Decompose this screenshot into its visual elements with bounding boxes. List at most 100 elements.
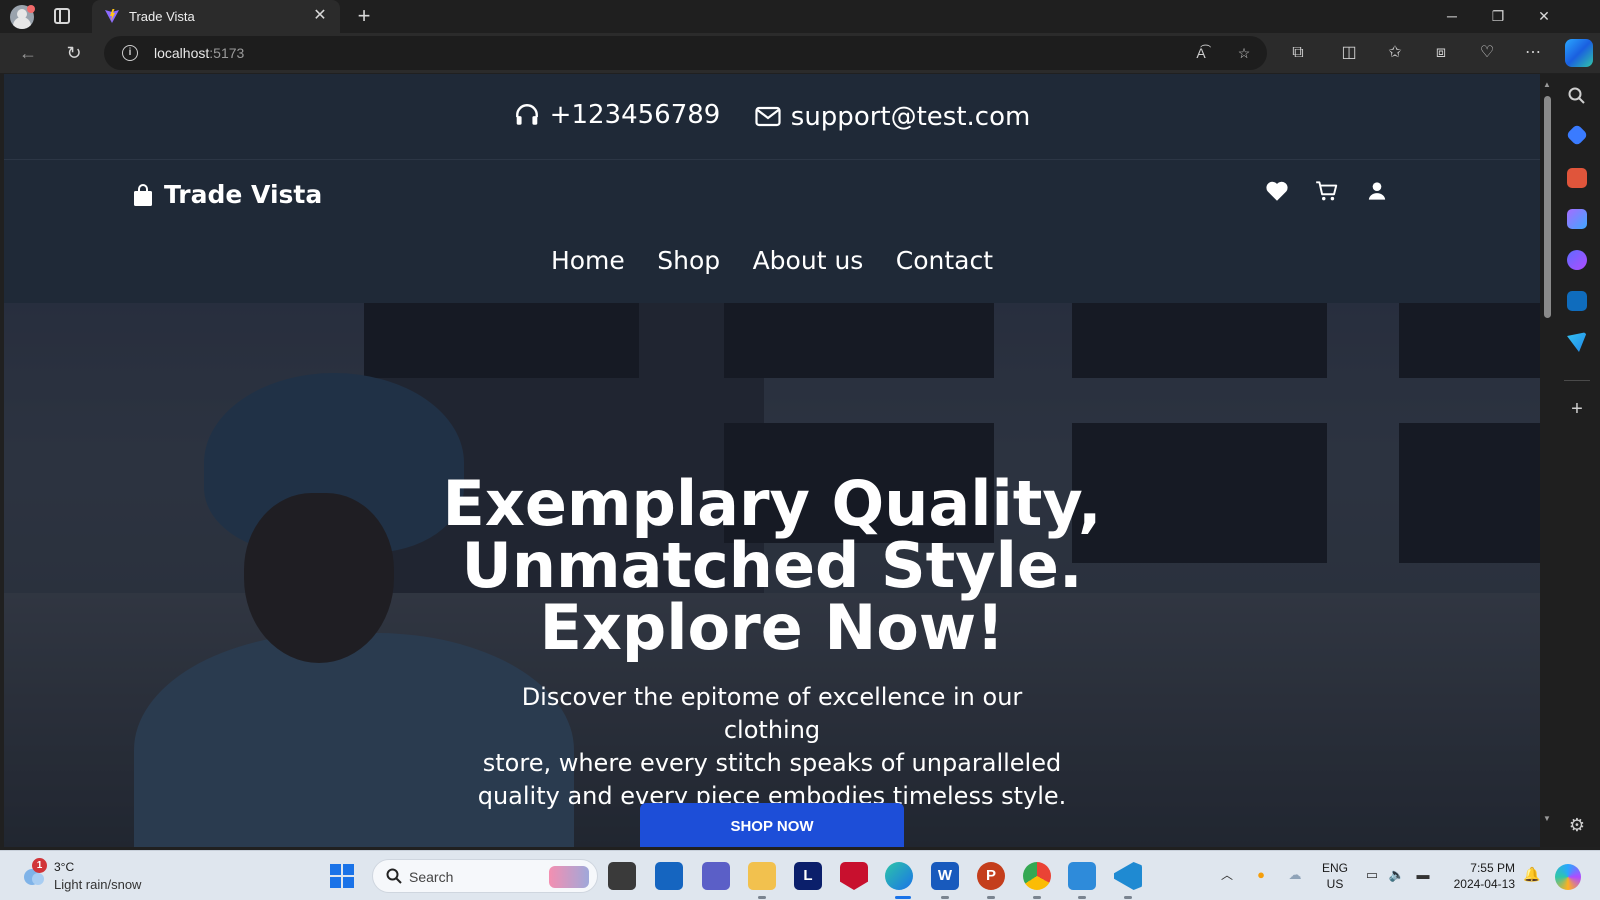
- restore-icon[interactable]: ❐: [1475, 0, 1521, 33]
- notepad-running-indicator: [1078, 896, 1086, 899]
- search-icon: [386, 868, 402, 884]
- extensions-icon[interactable]: ⧉: [1287, 42, 1309, 64]
- search-icon[interactable]: [1567, 86, 1587, 106]
- page-viewport: +123456789 support@test.com Trade Vista: [4, 74, 1540, 847]
- microsoft-store-icon[interactable]: [655, 862, 683, 890]
- powerpoint-icon[interactable]: P: [977, 862, 1005, 890]
- task-view-icon[interactable]: [608, 862, 636, 890]
- word-icon[interactable]: W: [931, 862, 959, 890]
- vite-favicon-icon: [105, 9, 119, 23]
- heart-icon[interactable]: [1264, 178, 1290, 204]
- file-explorer-icon[interactable]: [748, 862, 776, 890]
- favorites-icon[interactable]: ✩: [1384, 42, 1406, 64]
- shop-now-button[interactable]: SHOP NOW: [640, 803, 904, 847]
- volume-icon[interactable]: 🔈: [1388, 866, 1406, 884]
- address-port: :5173: [209, 45, 245, 61]
- envelope-icon: [755, 106, 781, 127]
- browser-tab[interactable]: Trade Vista ✕: [92, 0, 340, 33]
- phone-contact[interactable]: +123456789: [514, 100, 721, 130]
- nav-contact[interactable]: Contact: [896, 246, 993, 275]
- copilot-sidebar-icon[interactable]: [1567, 250, 1587, 270]
- onedrive-cloud-icon[interactable]: ☁: [1286, 866, 1304, 884]
- search-placeholder: Search: [409, 869, 454, 885]
- profile-notification-dot: [27, 5, 35, 13]
- tray-app-icon[interactable]: ●: [1252, 866, 1270, 884]
- windows-start-icon[interactable]: [330, 864, 354, 888]
- sidebar-settings-gear-icon[interactable]: ⚙: [1567, 815, 1587, 835]
- contact-bar: +123456789 support@test.com: [4, 74, 1540, 160]
- refresh-icon[interactable]: ↻: [60, 39, 88, 67]
- edge-active-indicator: [895, 896, 911, 899]
- sidebar-divider: [1564, 380, 1590, 381]
- nav-about-us[interactable]: About us: [753, 246, 864, 275]
- windows-taskbar: 1 3°C Light rain/snow Search L W P ︿ ● ☁…: [0, 850, 1600, 900]
- main-nav: Home Shop About us Contact: [4, 246, 1540, 275]
- new-tab-icon[interactable]: +: [352, 4, 376, 28]
- edge-icon[interactable]: [885, 862, 913, 890]
- l-app-icon[interactable]: L: [794, 862, 822, 890]
- nav-home[interactable]: Home: [551, 246, 625, 275]
- chrome-running-indicator: [1033, 896, 1041, 899]
- brand-logo[interactable]: Trade Vista: [134, 180, 322, 209]
- battery-icon[interactable]: ▬: [1414, 866, 1432, 884]
- copilot-taskbar-icon[interactable]: [1555, 864, 1581, 890]
- cart-icon[interactable]: [1314, 178, 1340, 204]
- file-explorer-running-indicator: [758, 896, 766, 899]
- games-icon[interactable]: [1567, 209, 1587, 229]
- tools-briefcase-icon[interactable]: [1567, 168, 1587, 188]
- page-scrollbar[interactable]: ▲ ▼: [1540, 74, 1554, 847]
- scroll-thumb[interactable]: [1544, 96, 1551, 318]
- favorite-star-icon[interactable]: ☆: [1234, 43, 1254, 63]
- weather-temperature[interactable]: 3°C: [54, 860, 74, 874]
- weather-description[interactable]: Light rain/snow: [54, 877, 141, 892]
- scroll-up-icon[interactable]: ▲: [1542, 80, 1552, 90]
- word-running-indicator: [941, 896, 949, 899]
- browser-essentials-icon[interactable]: ♡: [1476, 42, 1498, 64]
- scroll-down-icon[interactable]: ▼: [1542, 814, 1552, 824]
- notepad-icon[interactable]: [1068, 862, 1096, 890]
- vscode-icon[interactable]: [1114, 862, 1142, 890]
- user-icon[interactable]: [1364, 178, 1390, 204]
- read-aloud-icon[interactable]: A͡: [1191, 43, 1211, 63]
- tab-close-icon[interactable]: ✕: [310, 6, 330, 26]
- outlook-icon[interactable]: [1567, 291, 1587, 311]
- clock[interactable]: 7:55 PM 2024-04-13: [1445, 860, 1515, 892]
- close-window-icon[interactable]: ✕: [1521, 0, 1567, 33]
- send-drop-icon[interactable]: [1567, 332, 1587, 352]
- more-options-icon[interactable]: ⋯: [1522, 42, 1544, 64]
- phone-number: +123456789: [549, 100, 721, 130]
- add-sidebar-app-icon[interactable]: +: [1567, 399, 1587, 419]
- hero-section: Exemplary Quality, Unmatched Style. Expl…: [4, 303, 1540, 847]
- email-address: support@test.com: [790, 102, 1031, 132]
- site-info-icon[interactable]: i: [122, 45, 138, 61]
- show-hidden-icons-chevron-icon[interactable]: ︿: [1219, 866, 1235, 882]
- taskbar-search[interactable]: Search: [372, 859, 598, 893]
- notifications-bell-icon[interactable]: 🔔: [1523, 866, 1541, 884]
- network-icon[interactable]: ▭: [1363, 866, 1381, 884]
- collections-icon[interactable]: ⧈: [1430, 42, 1452, 64]
- chrome-icon[interactable]: [1023, 862, 1051, 890]
- language-indicator[interactable]: ENG US: [1320, 860, 1350, 892]
- copilot-icon[interactable]: [1565, 39, 1593, 67]
- tab-title: Trade Vista: [129, 9, 195, 24]
- nav-shop[interactable]: Shop: [657, 246, 720, 275]
- mcafee-icon[interactable]: [840, 862, 868, 890]
- browser-toolbar: ← ↻ i localhost:5173 A͡ ☆ ⧉ ◫ ✩ ⧈ ♡ ⋯: [0, 33, 1600, 73]
- address-url[interactable]: localhost:5173: [154, 45, 244, 61]
- browser-titlebar: Trade Vista ✕ + ─ ❐ ✕: [0, 0, 1600, 33]
- search-highlight-icon: [549, 866, 589, 888]
- edge-sidebar: + ⚙: [1554, 74, 1600, 847]
- back-icon[interactable]: ←: [14, 39, 42, 67]
- minimize-icon[interactable]: ─: [1429, 0, 1475, 33]
- vertical-tabs-icon[interactable]: [54, 8, 70, 24]
- shopping-tag-icon[interactable]: [1565, 123, 1589, 147]
- email-contact[interactable]: support@test.com: [755, 102, 1031, 132]
- split-screen-icon[interactable]: ◫: [1338, 42, 1360, 64]
- vscode-running-indicator: [1124, 896, 1132, 899]
- address-bar[interactable]: i localhost:5173 A͡ ☆: [104, 36, 1267, 70]
- shopping-bag-icon: [134, 183, 152, 206]
- hero-title: Exemplary Quality, Unmatched Style. Expl…: [442, 467, 1102, 664]
- weather-alert-badge: 1: [32, 858, 47, 873]
- headphones-icon: [515, 104, 538, 125]
- teams-icon[interactable]: [702, 862, 730, 890]
